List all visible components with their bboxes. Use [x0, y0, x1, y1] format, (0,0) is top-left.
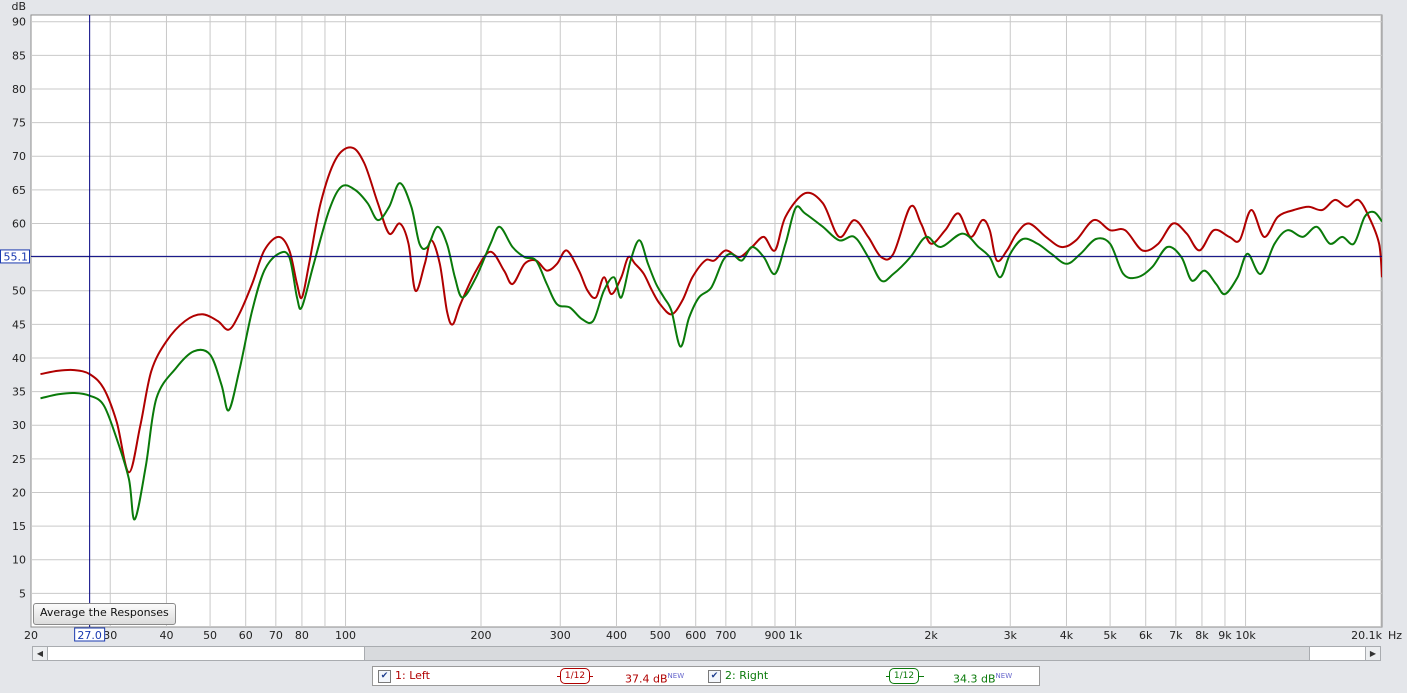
x-tick-label: 50 — [203, 629, 217, 642]
y-tick-label: 45 — [12, 318, 26, 331]
scrollbar-track-end[interactable] — [1309, 647, 1366, 660]
x-tick-label: 600 — [685, 629, 706, 642]
scroll-right-arrow-icon[interactable]: ▶ — [1365, 647, 1380, 660]
frequency-response-chart[interactable]: 51015202530354045505560657075808590 2030… — [0, 0, 1407, 645]
x-tick-label: 7k — [1169, 629, 1183, 642]
y-tick-label: 65 — [12, 184, 26, 197]
x-tick-label: 700 — [715, 629, 736, 642]
y-tick-label: 20 — [12, 486, 26, 499]
y-tick-label: 35 — [12, 386, 26, 399]
scroll-left-arrow-icon[interactable]: ◀ — [33, 647, 48, 660]
x-tick-label: 900 — [764, 629, 785, 642]
x-tick-label: 30 — [103, 629, 117, 642]
left-smoothing-numerator: 1 — [564, 671, 571, 681]
cursor-x-readout: 27.0 — [77, 629, 102, 642]
scrollbar-thumb[interactable] — [48, 647, 365, 660]
x-tick-labels: 20 30 40 50 60 70 80 100 200 300 400 500 600 700 900 1k… — [24, 629, 1383, 642]
y-tick-label: 90 — [12, 16, 26, 29]
x-tick-label: 4k — [1060, 629, 1074, 642]
right-smoothing-button[interactable]: 1/12 — [889, 668, 919, 684]
y-tick-label: 85 — [12, 49, 26, 62]
plot-area — [30, 14, 1383, 628]
x-axis-unit: Hz — [1388, 629, 1402, 642]
x-tick-label: 500 — [650, 629, 671, 642]
right-smoothing-numerator: 1 — [893, 671, 900, 681]
y-tick-label: 70 — [12, 150, 26, 163]
x-tick-label: 60 — [239, 629, 253, 642]
x-tick-label: 80 — [295, 629, 309, 642]
y-tick-labels: 51015202530354045505560657075808590 — [12, 16, 26, 601]
y-tick-label: 15 — [12, 520, 26, 533]
right-level-value: 34.3 dB — [953, 672, 996, 686]
y-tick-label: 80 — [12, 83, 26, 96]
y-tick-label: 25 — [12, 453, 26, 466]
y-axis-unit: dB — [11, 0, 26, 13]
right-visible-checkbox[interactable]: ✔ — [708, 670, 721, 683]
y-tick-label: 5 — [19, 587, 26, 600]
x-tick-label: 3k — [1004, 629, 1018, 642]
right-level-readout: 34.3 dBNEW — [953, 667, 1013, 686]
right-new-tag: NEW — [995, 672, 1013, 680]
x-tick-label: 5k — [1103, 629, 1117, 642]
x-tick-label: 200 — [471, 629, 492, 642]
x-tick-label: 6k — [1139, 629, 1153, 642]
left-level-value: 37.4 dB — [625, 672, 668, 686]
x-tick-label: 9k — [1218, 629, 1232, 642]
x-tick-label: 300 — [550, 629, 571, 642]
left-new-tag: NEW — [667, 672, 685, 680]
left-level-readout: 37.4 dBNEW — [625, 667, 685, 686]
x-tick-label: 8k — [1195, 629, 1209, 642]
y-tick-label: 50 — [12, 285, 26, 298]
x-tick-label: 400 — [606, 629, 627, 642]
measurement-legend: ✔ 1: Left 1/12 37.4 dBNEW ✔ 2: Right 1/1… — [372, 666, 1040, 686]
right-smoothing-denominator: 12 — [902, 671, 915, 681]
y-tick-label: 40 — [12, 352, 26, 365]
x-tick-label: 2k — [924, 629, 938, 642]
y-tick-label: 30 — [12, 419, 26, 432]
left-smoothing-button[interactable]: 1/12 — [560, 668, 590, 684]
x-tick-label: 70 — [269, 629, 283, 642]
right-series-label: 2: Right — [725, 669, 769, 682]
x-tick-label: 100 — [335, 629, 356, 642]
x-tick-label: 1k — [789, 629, 803, 642]
x-tick-label: 40 — [159, 629, 173, 642]
cursor-y-readout: 55.1 — [4, 250, 29, 263]
left-smoothing-denominator: 12 — [573, 671, 586, 681]
left-visible-checkbox[interactable]: ✔ — [378, 670, 391, 683]
left-series-label: 1: Left — [395, 669, 430, 682]
horizontal-scrollbar[interactable]: ◀ ▶ — [32, 646, 1381, 661]
average-responses-button[interactable]: Average the Responses — [33, 603, 176, 625]
x-tick-label: 20 — [24, 629, 38, 642]
x-tick-label: 10k — [1235, 629, 1256, 642]
y-tick-label: 75 — [12, 117, 26, 130]
y-tick-label: 10 — [12, 554, 26, 567]
y-tick-label: 60 — [12, 217, 26, 230]
x-tick-label: 20.1k — [1351, 629, 1382, 642]
